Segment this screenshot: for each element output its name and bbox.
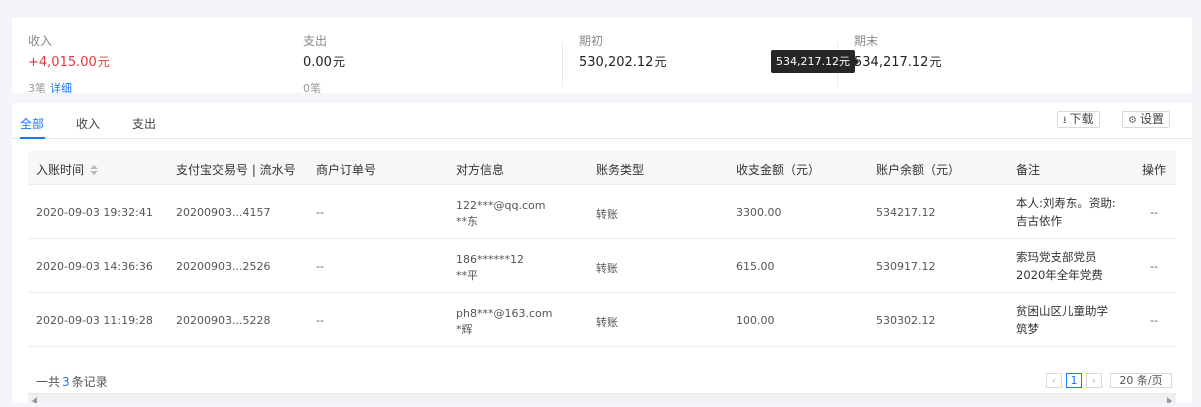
cell-trade-no: 20200903...5228	[176, 314, 271, 327]
col-trade-no: 支付宝交易号 | 流水号	[176, 163, 296, 177]
cell-amount: 615.00	[736, 260, 775, 273]
tab-expense[interactable]: 支出	[132, 115, 156, 132]
horizontal-scrollbar[interactable]	[28, 393, 1176, 403]
cell-balance: 530917.12	[876, 260, 936, 273]
next-page-button[interactable]: ›	[1086, 373, 1102, 388]
cell-party: ph8***@163.com *辉	[456, 307, 553, 336]
filter-tabs: 全部 收入 支出 ⭳ 下载 ⚙ 设置	[12, 103, 1192, 139]
download-icon: ⭳	[1063, 115, 1067, 126]
transactions-panel: 全部 收入 支出 ⭳ 下载 ⚙ 设置 入账时间 支付宝交易号 | 流水号 商户订单号…	[12, 103, 1192, 403]
tab-all[interactable]: 全部	[20, 115, 44, 132]
cell-trade-no: 20200903...4157	[176, 206, 271, 219]
opening-label: 期初	[579, 34, 604, 48]
opening-value: 530,202.12元	[579, 55, 667, 70]
cell-action: --	[1150, 314, 1158, 327]
cell-balance: 534217.12	[876, 206, 936, 219]
cell-note: 贫困山区儿童助学筑梦	[1016, 304, 1108, 336]
summary-closing: 期末 534,217.12元	[838, 18, 1192, 93]
cell-party: 122***@qq.com **东	[456, 199, 546, 228]
col-action: 操作	[1142, 163, 1167, 177]
expense-value: 0.00元	[303, 55, 345, 70]
col-time[interactable]: 入账时间	[36, 161, 99, 178]
page-1-button[interactable]: 1	[1066, 373, 1082, 388]
gear-icon: ⚙	[1128, 115, 1137, 126]
cell-party: 186******12 **平	[456, 253, 524, 282]
expense-sub: 0笔	[303, 82, 321, 93]
cell-order-no: --	[316, 206, 324, 219]
cell-time: 2020-09-03 14:36:36	[36, 260, 153, 273]
sort-icon[interactable]	[90, 164, 99, 177]
summary-expense: 支出 0.00元 0笔	[287, 18, 562, 93]
record-count: 一共 3 条记录	[36, 375, 108, 389]
cell-balance: 530302.12	[876, 314, 936, 327]
income-value: +4,015.00元	[28, 55, 110, 70]
cell-order-no: --	[316, 314, 324, 327]
summary-income: 收入 +4,015.00元 3笔 详细	[12, 18, 287, 93]
cell-action: --	[1150, 260, 1158, 273]
cell-type: 转账	[596, 208, 618, 221]
cell-note: 索玛党支部党员2020年全年党费	[1016, 250, 1103, 282]
expense-label: 支出	[303, 34, 328, 48]
income-sub: 3笔 详细	[28, 82, 72, 93]
scroll-right-icon[interactable]	[1167, 397, 1172, 403]
table-row: 2020-09-03 19:32:41 20200903...4157 -- 1…	[28, 186, 1176, 239]
closing-label: 期末	[854, 34, 879, 48]
table-row: 2020-09-03 14:36:36 20200903...2526 -- 1…	[28, 240, 1176, 293]
page-size-select[interactable]: 20 条/页	[1110, 373, 1172, 388]
account-summary: 收入 +4,015.00元 3笔 详细 支出 0.00元 0笔 期初 530,20…	[12, 18, 1192, 93]
tab-active-indicator	[20, 137, 45, 139]
col-party: 对方信息	[456, 163, 505, 177]
col-balance: 账户余额（元）	[876, 163, 961, 177]
income-label: 收入	[28, 34, 53, 48]
cell-type: 转账	[596, 316, 618, 329]
table-row: 2020-09-03 11:19:28 20200903...5228 -- p…	[28, 294, 1176, 347]
col-note: 备注	[1016, 163, 1041, 177]
table-header: 入账时间 支付宝交易号 | 流水号 商户订单号 对方信息 账务类型 收支金额（元…	[28, 151, 1176, 185]
closing-tooltip: 534,217.12元	[771, 50, 859, 73]
income-detail-link[interactable]: 详细	[50, 82, 72, 93]
closing-value: 534,217.12元	[854, 55, 942, 70]
cell-action: --	[1150, 206, 1158, 219]
col-type: 账务类型	[596, 163, 645, 177]
cell-amount: 3300.00	[736, 206, 782, 219]
tab-income[interactable]: 收入	[76, 115, 100, 132]
cell-order-no: --	[316, 260, 324, 273]
download-button[interactable]: ⭳ 下载	[1057, 111, 1100, 128]
col-order-no: 商户订单号	[316, 163, 377, 177]
scroll-left-icon[interactable]	[32, 397, 37, 403]
col-amount: 收支金额（元）	[736, 163, 821, 177]
cell-amount: 100.00	[736, 314, 775, 327]
chevron-right-icon: ›	[1091, 374, 1097, 387]
cell-trade-no: 20200903...2526	[176, 260, 271, 273]
chevron-left-icon: ‹	[1051, 374, 1057, 387]
cell-type: 转账	[596, 262, 618, 275]
cell-note: 本人:刘寿东。资助:吉古依作	[1016, 196, 1116, 228]
prev-page-button[interactable]: ‹	[1046, 373, 1062, 388]
settings-button[interactable]: ⚙ 设置	[1122, 111, 1170, 128]
cell-time: 2020-09-03 11:19:28	[36, 314, 153, 327]
cell-time: 2020-09-03 19:32:41	[36, 206, 153, 219]
